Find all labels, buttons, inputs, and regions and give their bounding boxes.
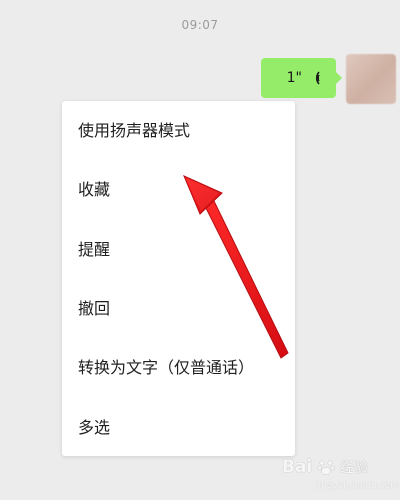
jingyan-label: 经验	[340, 460, 369, 476]
voice-wave-icon	[315, 71, 320, 85]
user-avatar[interactable]	[346, 54, 396, 104]
message-timestamp: 09:07	[181, 18, 219, 32]
menu-item-favorite[interactable]: 收藏	[78, 170, 110, 210]
baidu-jingyan-watermark: Bai 经验	[282, 452, 368, 482]
watermark-url: jingyan.baidu.com	[316, 481, 400, 491]
voice-message-bubble[interactable]: 1"	[261, 58, 342, 98]
menu-item-multi-select[interactable]: 多选	[78, 408, 110, 448]
menu-item-remind[interactable]: 提醒	[78, 230, 110, 270]
chat-screen: 09:07 1" 使用扬声器模式 收藏 提醒 撤回 转换为文字（仅普通话） 多选	[0, 0, 400, 500]
menu-item-recall[interactable]: 撤回	[78, 289, 110, 329]
menu-item-speaker-mode[interactable]: 使用扬声器模式	[78, 111, 190, 151]
voice-duration: 1"	[286, 70, 302, 86]
message-context-menu: 使用扬声器模式 收藏 提醒 撤回 转换为文字（仅普通话） 多选	[62, 101, 295, 456]
baidu-logo: Bai	[282, 457, 313, 477]
menu-item-convert-to-text[interactable]: 转换为文字（仅普通话）	[78, 348, 254, 388]
paw-logo-icon	[317, 460, 336, 476]
